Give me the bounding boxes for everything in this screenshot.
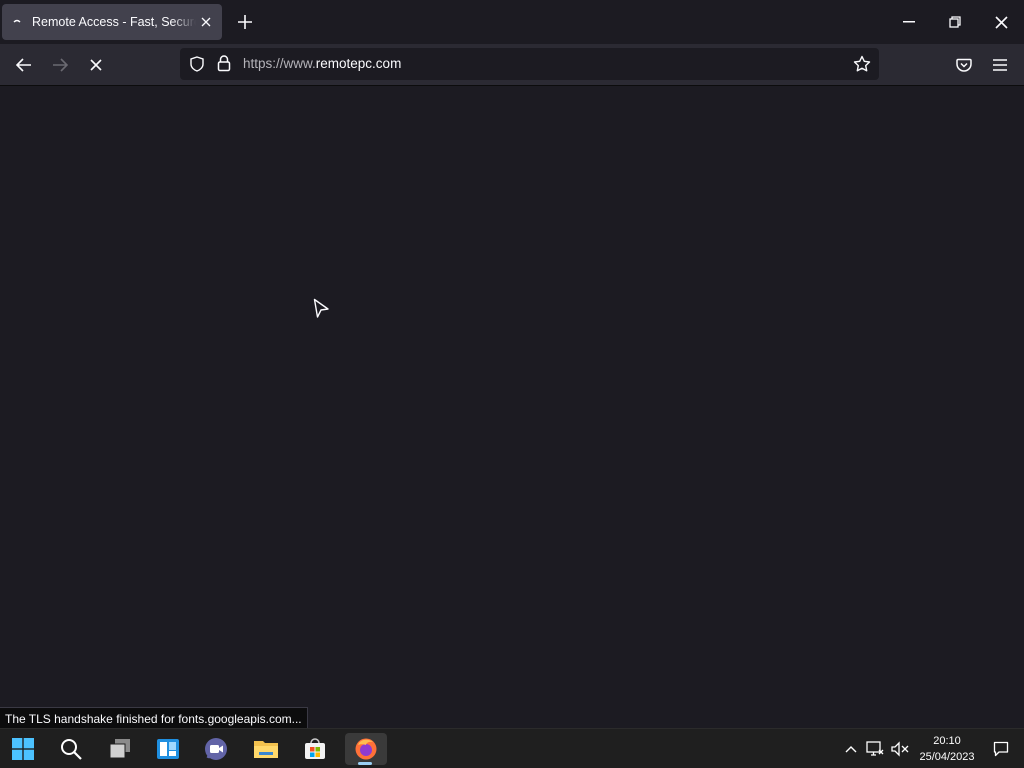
tracking-protection-icon[interactable] [189, 56, 205, 77]
plus-icon [238, 15, 252, 29]
browser-tab-active[interactable]: Remote Access - Fast, Secure and Reliabl… [2, 4, 222, 40]
tab-title: Remote Access - Fast, Secure and Reliabl… [32, 15, 196, 29]
notifications-icon[interactable] [990, 737, 1012, 761]
url-scheme: https://www. [243, 56, 316, 71]
show-hidden-icons-chevron-up-icon[interactable] [840, 737, 862, 761]
firefox-icon[interactable] [345, 733, 387, 765]
teams-chat-icon[interactable] [198, 733, 234, 765]
pocket-button[interactable] [950, 51, 978, 79]
back-arrow-icon [16, 58, 31, 72]
network-icon[interactable] [864, 737, 886, 761]
lock-icon[interactable] [217, 55, 231, 77]
minimize-icon [903, 21, 915, 23]
widgets-icon[interactable] [150, 733, 186, 765]
stop-icon [90, 59, 102, 71]
task-view-icon[interactable] [102, 733, 138, 765]
file-explorer-icon[interactable] [248, 733, 284, 765]
forward-arrow-icon [53, 58, 68, 72]
hamburger-menu-icon [993, 59, 1007, 71]
new-tab-button[interactable] [234, 11, 256, 33]
close-window-button[interactable] [978, 0, 1024, 44]
stop-loading-button[interactable] [82, 51, 110, 79]
taskbar-clock[interactable]: 20:10 25/04/2023 [914, 733, 980, 765]
tab-close-icon[interactable] [198, 14, 214, 30]
minimize-button[interactable] [886, 0, 932, 44]
forward-button[interactable] [46, 51, 74, 79]
navigation-toolbar: https://www.remotepc.com [0, 44, 1024, 86]
app-menu-button[interactable] [986, 51, 1014, 79]
bookmark-star-icon[interactable] [853, 55, 871, 78]
start-icon[interactable] [5, 733, 41, 765]
pocket-icon [956, 58, 972, 72]
status-panel: The TLS handshake finished for fonts.goo… [0, 707, 308, 729]
restore-icon [949, 16, 961, 28]
page-content-area[interactable] [0, 86, 1024, 728]
clock-time: 20:10 [933, 735, 961, 747]
address-bar[interactable]: https://www.remotepc.com [180, 48, 879, 80]
volume-muted-icon[interactable] [889, 737, 911, 761]
url-text[interactable]: https://www.remotepc.com [243, 56, 401, 71]
microsoft-store-icon[interactable] [297, 733, 333, 765]
search-icon[interactable] [53, 733, 89, 765]
back-button[interactable] [10, 51, 38, 79]
url-domain: remotepc.com [315, 56, 402, 71]
restore-button[interactable] [932, 0, 978, 44]
mouse-cursor-icon [313, 298, 331, 325]
active-app-indicator [358, 762, 372, 765]
taskbar: 20:10 25/04/2023 [0, 728, 1024, 768]
tab-loading-icon [12, 17, 22, 27]
close-icon [994, 15, 1008, 29]
clock-date: 25/04/2023 [919, 751, 975, 763]
